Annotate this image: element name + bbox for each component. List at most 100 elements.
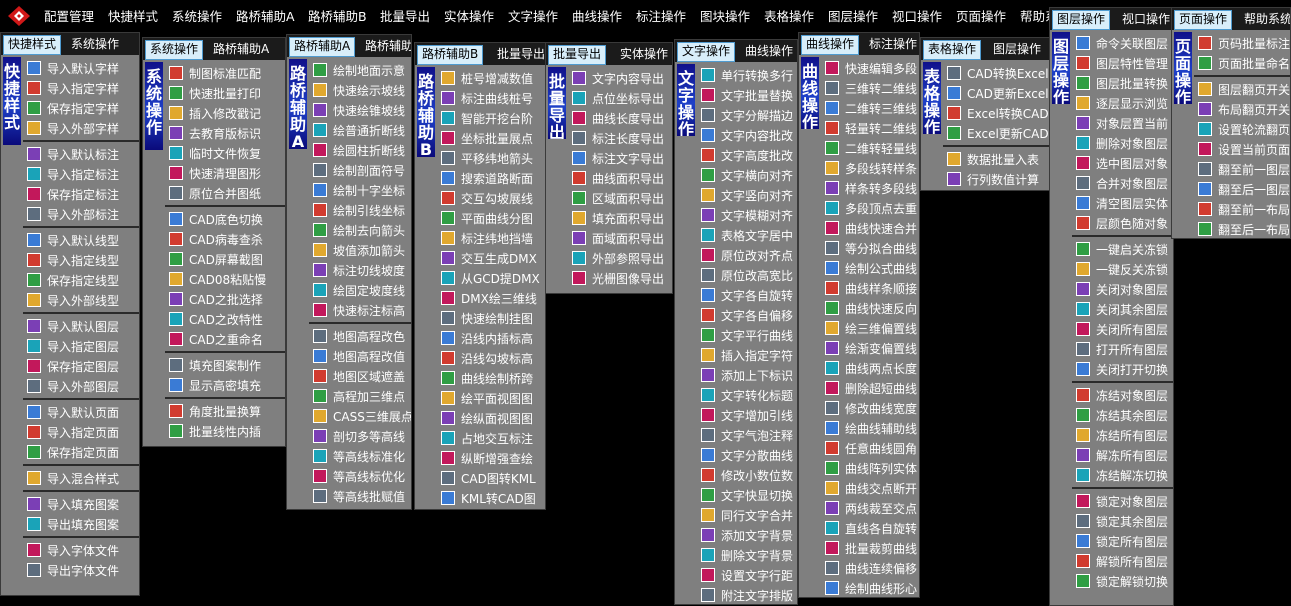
tool-item[interactable]: 绘三维偏置线 [821,318,919,338]
tool-item[interactable]: 高程加三维点 [309,386,411,406]
tool-item[interactable]: 曲线长度导出 [568,108,672,128]
tool-item[interactable]: 绘固定坡度线 [309,280,411,300]
tool-item[interactable]: 桩号增减数值 [437,68,545,88]
tool-item[interactable]: 从GCD提DMX [437,268,545,288]
tool-item[interactable]: 锁定对象图层 [1072,491,1173,511]
tool-item[interactable]: 导入字体文件 [23,540,139,560]
tool-item[interactable]: 等分拟合曲线 [821,238,919,258]
tool-item[interactable]: 曲线面积导出 [568,168,672,188]
tool-item[interactable]: 保存指定标注 [23,184,139,204]
tool-item[interactable]: 地图高程改值 [309,346,411,366]
tool-item[interactable]: 图层特性管理 [1072,53,1173,73]
tool-item[interactable]: 文字各自偏移 [697,305,797,325]
tool-item[interactable]: 修改曲线宽度 [821,398,919,418]
tab-8-1[interactable]: 视口操作 [1118,10,1173,28]
tool-item[interactable]: 添加文字背景 [697,525,797,545]
tool-item[interactable]: 批量裁剪曲线 [821,538,919,558]
tool-item[interactable]: 导出填充图案 [23,514,139,534]
tool-item[interactable]: 绘普通折断线 [309,120,411,140]
tool-item[interactable]: 图层批量转换 [1072,73,1173,93]
tool-item[interactable]: CAD之改特性 [165,309,285,329]
menu-item-14[interactable]: 页面操作 [956,6,1006,25]
tool-item[interactable]: 翻至前一图层 [1194,159,1290,179]
tool-item[interactable]: 翻至前一布局 [1194,199,1290,219]
tool-item[interactable]: 导入默认标注 [23,144,139,164]
tool-item[interactable]: 标注长度导出 [568,128,672,148]
tool-item[interactable]: 文字各自旋转 [697,285,797,305]
tool-item[interactable]: 删除超短曲线 [821,378,919,398]
tool-item[interactable]: 坐标批量展点 [437,128,545,148]
tool-item[interactable]: 图层翻页开关 [1194,79,1290,99]
tool-item[interactable]: 冻结解冻切换 [1072,465,1173,485]
tool-item[interactable]: 标注纬地挡墙 [437,228,545,248]
tab-1-0[interactable]: 系统操作 [145,40,204,60]
tool-item[interactable]: 绘制十字坐标 [309,180,411,200]
tool-item[interactable]: 锁定其余图层 [1072,511,1173,531]
tool-item[interactable]: 标注切线坡度 [309,260,411,280]
tool-item[interactable]: 文字高度批改 [697,145,797,165]
menu-item-1[interactable]: 快捷样式 [108,6,158,25]
tool-item[interactable]: 选中图层对象 [1072,153,1173,173]
tool-item[interactable]: 逐层显示浏览 [1072,93,1173,113]
tool-item[interactable]: CAD之批选择 [165,289,285,309]
tool-item[interactable]: 导入指定线型 [23,250,139,270]
tool-item[interactable]: Excel转换CAD [943,103,1049,123]
tab-2-1[interactable]: 路桥辅助 [361,37,411,55]
tool-item[interactable]: 快速批量打印 [165,83,285,103]
tab-5-0[interactable]: 文字操作 [677,42,736,62]
tool-item[interactable]: 绘平面视图图 [437,388,545,408]
menu-item-9[interactable]: 标注操作 [636,6,686,25]
tool-item[interactable]: 绘纵面视图图 [437,408,545,428]
tool-item[interactable]: 翻至后一图层 [1194,179,1290,199]
tool-item[interactable]: 修改小数位数 [697,465,797,485]
tool-item[interactable]: 曲线两点长度 [821,358,919,378]
tool-item[interactable]: 导入填充图案 [23,494,139,514]
tool-item[interactable]: 导入外部字样 [23,118,139,138]
tab-7-0[interactable]: 表格操作 [923,40,982,60]
tool-item[interactable]: 数据批量入表 [943,149,1049,169]
tool-item[interactable]: 对象层置当前 [1072,113,1173,133]
tool-item[interactable]: 填充面积导出 [568,208,672,228]
tool-item[interactable]: 文字内容导出 [568,68,672,88]
tool-item[interactable]: 导入外部标注 [23,204,139,224]
tool-item[interactable]: 曲线样条顺接 [821,278,919,298]
tool-item[interactable]: 文字竖向对齐 [697,185,797,205]
tool-item[interactable]: CAD底色切换 [165,209,285,229]
tool-item[interactable]: 文字分解描边 [697,105,797,125]
tool-item[interactable]: 绘制剖面符号 [309,160,411,180]
tool-item[interactable]: 绘制曲线形心 [821,578,919,597]
tool-item[interactable]: 制图标准匹配 [165,63,285,83]
tool-item[interactable]: 文字横向对齐 [697,165,797,185]
tool-item[interactable]: 显示高密填充 [165,375,285,395]
tool-item[interactable]: 等高线标优化 [309,466,411,486]
menu-item-4[interactable]: 路桥辅助B [308,6,367,25]
tool-item[interactable]: 交互生成DMX [437,248,545,268]
tool-item[interactable]: 外部参照导出 [568,248,672,268]
menu-item-12[interactable]: 图层操作 [828,6,878,25]
tool-item[interactable]: 等高线批赋值 [309,486,411,506]
tool-item[interactable]: 设置当前页面 [1194,139,1290,159]
tool-item[interactable]: 表格文字居中 [697,225,797,245]
tool-item[interactable]: 曲线阵列实体 [821,458,919,478]
tool-item[interactable]: 文字增加引线 [697,405,797,425]
tool-item[interactable]: 面域面积导出 [568,228,672,248]
tool-item[interactable]: 曲线连续偏移 [821,558,919,578]
tool-item[interactable]: 曲线快速反向 [821,298,919,318]
tool-item[interactable]: 插入修改戳记 [165,103,285,123]
tool-item[interactable]: CAD转换Excel [943,63,1049,83]
menu-item-2[interactable]: 系统操作 [172,6,222,25]
tab-4-1[interactable]: 实体操作 [616,45,672,63]
tool-item[interactable]: 轻量转二维线 [821,118,919,138]
tool-item[interactable]: 文字转化标题 [697,385,797,405]
tool-item[interactable]: 打开所有图层 [1072,339,1173,359]
tool-item[interactable]: CAD更新Excel [943,83,1049,103]
tool-item[interactable]: 快速绘锥坡线 [309,100,411,120]
tool-item[interactable]: 锁定所有图层 [1072,531,1173,551]
tool-item[interactable]: 二维转三维线 [821,98,919,118]
menu-item-0[interactable]: 配置管理 [44,6,94,25]
tool-item[interactable]: 命令关联图层 [1072,33,1173,53]
menu-item-11[interactable]: 表格操作 [764,6,814,25]
tool-item[interactable]: 原位合并图纸 [165,183,285,203]
tool-item[interactable]: 行列数值计算 [943,169,1049,189]
tool-item[interactable]: KML转CAD图 [437,488,545,508]
